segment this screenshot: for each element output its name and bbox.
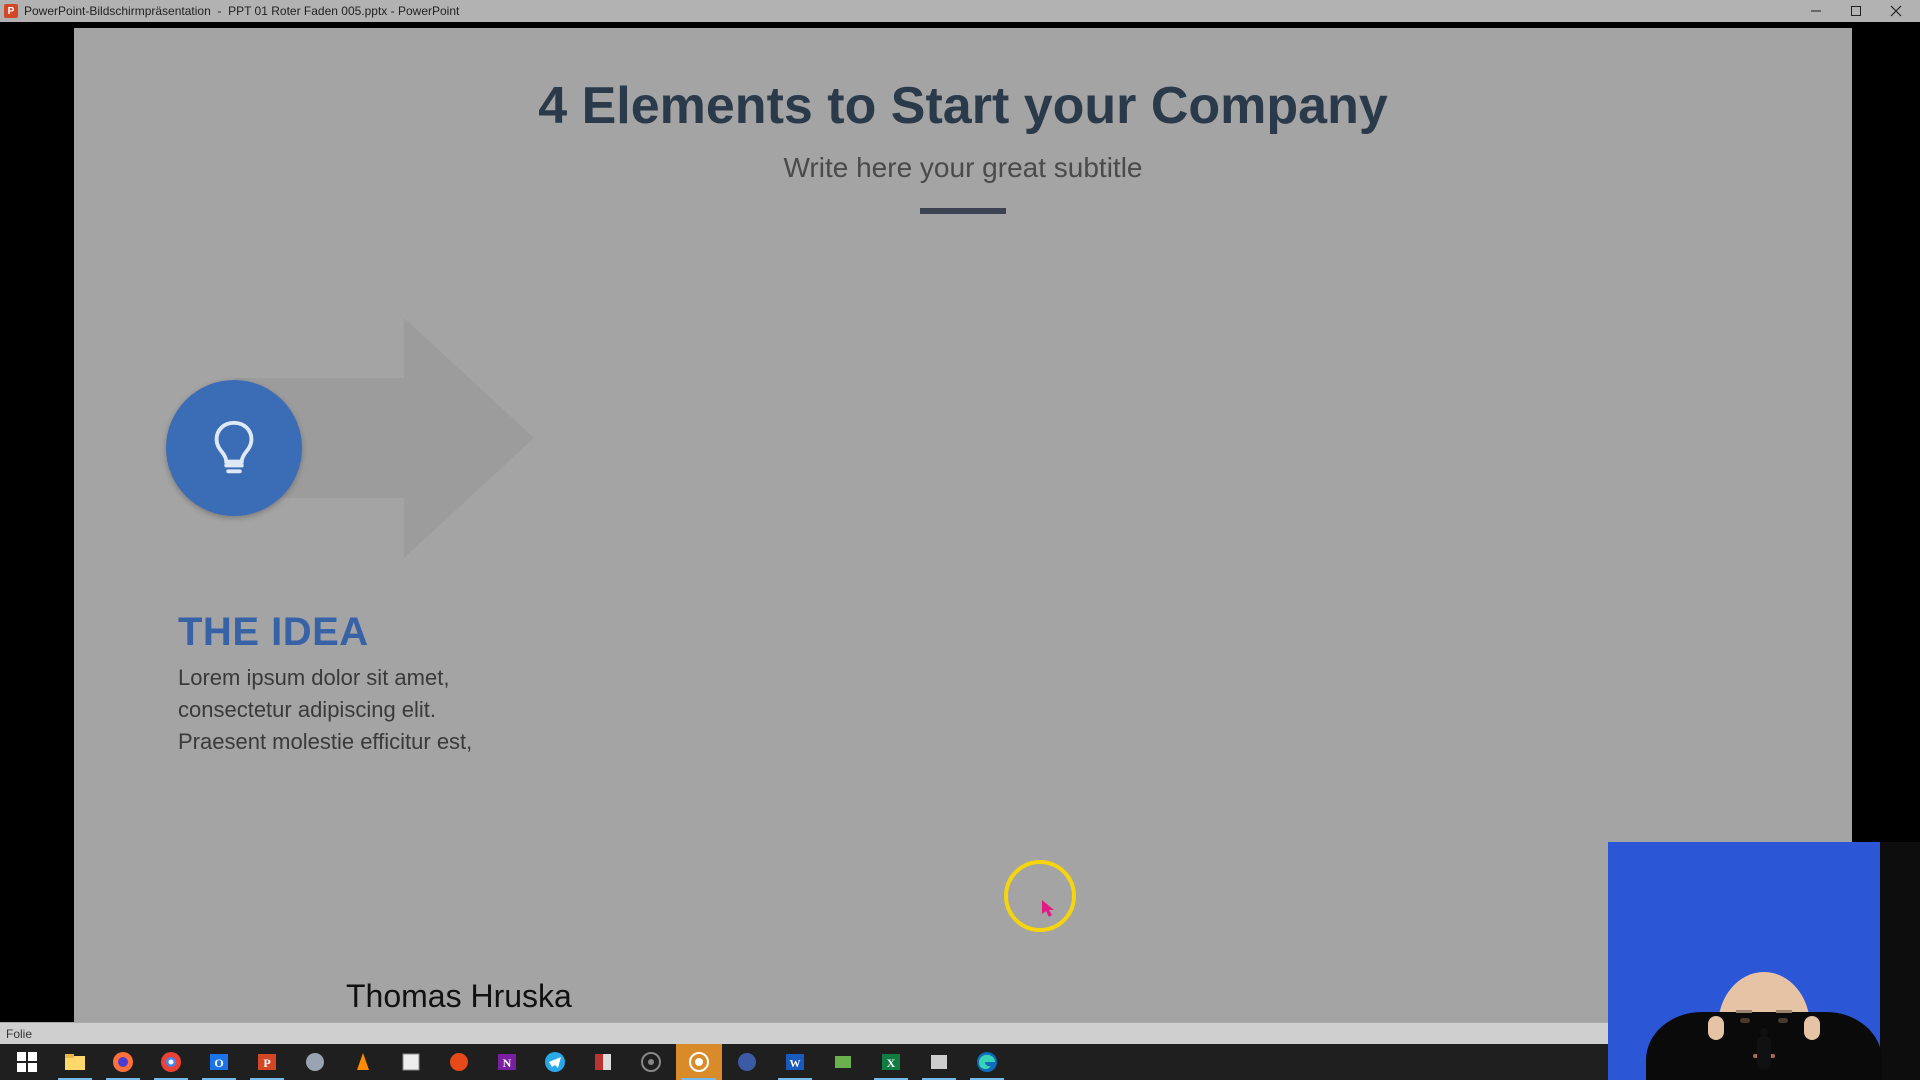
maximize-button[interactable] [1836, 0, 1876, 22]
taskbar-outlook[interactable]: O [196, 1044, 242, 1080]
taskbar-word[interactable]: W [772, 1044, 818, 1080]
taskbar-app-6[interactable] [724, 1044, 770, 1080]
taskbar-obs-recording[interactable] [676, 1044, 722, 1080]
svg-text:W: W [790, 1058, 801, 1070]
title-underline [920, 208, 1006, 214]
slide-canvas[interactable]: 4 Elements to Start your Company Write h… [74, 28, 1852, 1028]
window-title-filename: PPT 01 Roter Faden 005.pptx [228, 4, 387, 18]
taskbar-app-8[interactable] [916, 1044, 962, 1080]
slide-subtitle: Write here your great subtitle [74, 152, 1852, 184]
idea-icon-circle [166, 380, 302, 516]
presenter-name: Thomas Hruska [346, 978, 572, 1015]
taskbar-file-explorer[interactable] [52, 1044, 98, 1080]
element1-body: Lorem ipsum dolor sit amet, consectetur … [178, 662, 518, 758]
minimize-button[interactable] [1796, 0, 1836, 22]
taskbar-app-4[interactable] [580, 1044, 626, 1080]
taskbar-edge[interactable] [964, 1044, 1010, 1080]
svg-text:O: O [214, 1056, 223, 1070]
element1-heading: THE IDEA [178, 610, 369, 655]
taskbar-app-5[interactable] [628, 1044, 674, 1080]
status-left: Folie [6, 1027, 32, 1041]
taskbar-powerpoint[interactable]: P [244, 1044, 290, 1080]
taskbar-telegram[interactable] [532, 1044, 578, 1080]
taskbar-firefox[interactable] [100, 1044, 146, 1080]
taskbar-chrome[interactable] [148, 1044, 194, 1080]
webcam-overlay [1608, 842, 1920, 1080]
svg-text:P: P [263, 1056, 270, 1070]
window-title-suffix: - PowerPoint [387, 4, 459, 18]
start-button[interactable] [4, 1044, 50, 1080]
taskbar-vlc[interactable] [340, 1044, 386, 1080]
taskbar-excel[interactable]: X [868, 1044, 914, 1080]
microphone-icon [1757, 1036, 1771, 1070]
taskbar-app-3[interactable] [436, 1044, 482, 1080]
taskbar-onenote[interactable]: N [484, 1044, 530, 1080]
close-button[interactable] [1876, 0, 1916, 22]
svg-text:N: N [503, 1056, 512, 1070]
lightbulb-icon [203, 417, 265, 479]
cursor-highlight-ring [1004, 860, 1076, 932]
slide-title: 4 Elements to Start your Company [74, 76, 1852, 136]
window-title-prefix: PowerPoint-Bildschirmpräsentation - [24, 4, 228, 18]
powerpoint-app-icon: P [4, 4, 18, 18]
taskbar-app-7[interactable] [820, 1044, 866, 1080]
window-titlebar: P PowerPoint-Bildschirmpräsentation - PP… [0, 0, 1920, 22]
svg-text:X: X [887, 1056, 896, 1070]
taskbar-app-2[interactable] [388, 1044, 434, 1080]
taskbar-app-1[interactable] [292, 1044, 338, 1080]
